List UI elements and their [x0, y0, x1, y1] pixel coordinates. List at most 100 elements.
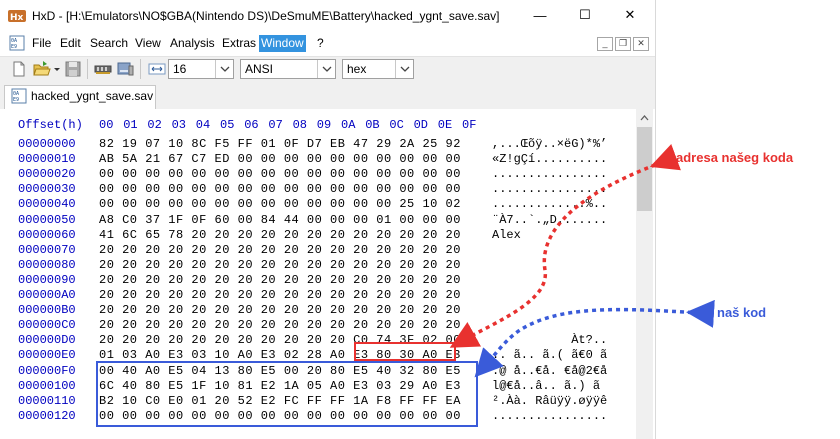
chevron-down-icon[interactable] — [395, 60, 413, 78]
code-annotation-label: naš kod — [717, 305, 767, 320]
row-hex-bytes[interactable]: 20 20 20 20 20 20 20 20 20 20 20 20 20 2… — [99, 273, 461, 287]
menu-extras[interactable]: Extras — [220, 35, 258, 52]
row-ascii-text[interactable] — [492, 288, 607, 302]
row-ascii-text[interactable]: .@ å..€å. €å@2€å — [492, 364, 607, 378]
row-offset[interactable]: 00000080 — [18, 258, 76, 272]
menu-edit[interactable]: Edit — [58, 35, 83, 52]
new-file-icon[interactable] — [10, 60, 28, 78]
menu-view[interactable]: View — [133, 35, 163, 52]
svg-text:E9: E9 — [13, 97, 19, 103]
row-hex-bytes[interactable]: 20 20 20 20 20 20 20 20 20 20 20 20 20 2… — [99, 318, 461, 332]
row-hex-bytes[interactable]: 00 00 00 00 00 00 00 00 00 00 00 00 00 0… — [99, 409, 461, 423]
open-folder-icon[interactable] — [33, 60, 51, 78]
row-hex-bytes[interactable]: 82 19 07 10 8C F5 FF 01 0F D7 EB 47 29 2… — [99, 137, 461, 151]
scrollbar-thumb[interactable] — [637, 127, 652, 211]
row-hex-bytes[interactable]: 20 20 20 20 20 20 20 20 20 20 20 20 20 2… — [99, 303, 461, 317]
row-ascii-text[interactable]: .. ã.. ã.( ã€0 ã — [492, 348, 607, 362]
row-ascii-text[interactable] — [492, 318, 607, 332]
row-ascii-text[interactable]: ................ — [492, 409, 607, 423]
row-hex-bytes[interactable]: 00 00 00 00 00 00 00 00 00 00 00 00 00 0… — [99, 167, 461, 181]
row-hex-bytes[interactable]: 41 6C 65 78 20 20 20 20 20 20 20 20 20 2… — [99, 228, 461, 242]
open-dropdown-icon[interactable] — [52, 60, 62, 78]
charset-select[interactable]: ANSI — [240, 59, 336, 79]
row-ascii-text[interactable] — [492, 303, 607, 317]
save-icon[interactable] — [64, 60, 82, 78]
row-offset[interactable]: 000000D0 — [18, 333, 76, 347]
bytes-per-row-select[interactable]: 16 — [168, 59, 234, 79]
column-header: 01 — [123, 118, 138, 132]
window-title: HxD - [H:\Emulators\NO$GBA(Nintendo DS)\… — [32, 9, 500, 23]
row-ascii-text[interactable]: Àt?.. — [492, 333, 607, 347]
maximize-button[interactable]: ☐ — [565, 0, 605, 30]
display-mode-value: hex — [347, 62, 367, 76]
bytes-per-row-value: 16 — [173, 62, 187, 76]
row-offset[interactable]: 00000050 — [18, 213, 76, 227]
row-hex-bytes[interactable]: 00 00 00 00 00 00 00 00 00 00 00 00 00 2… — [99, 197, 461, 211]
row-offset[interactable]: 000000B0 — [18, 303, 76, 317]
menu-file[interactable]: File — [30, 35, 53, 52]
row-hex-bytes[interactable]: 20 20 20 20 20 20 20 20 20 20 20 20 20 2… — [99, 243, 461, 257]
row-offset[interactable]: 00000040 — [18, 197, 76, 211]
row-offset[interactable]: 00000110 — [18, 394, 76, 408]
row-hex-bytes[interactable]: 00 00 00 00 00 00 00 00 00 00 00 00 00 0… — [99, 182, 461, 196]
row-ascii-text[interactable]: ................ — [492, 182, 607, 196]
row-hex-bytes[interactable]: 00 40 A0 E5 04 13 80 E5 00 20 80 E5 40 3… — [99, 364, 461, 378]
row-hex-bytes[interactable]: AB 5A 21 67 C7 ED 00 00 00 00 00 00 00 0… — [99, 152, 461, 166]
ram-chip-icon[interactable] — [94, 60, 112, 78]
disk-drive-icon[interactable] — [116, 60, 134, 78]
row-ascii-text[interactable]: ².Àà. Râüÿÿ.øÿÿê — [492, 394, 607, 408]
column-header: 07 — [268, 118, 283, 132]
column-header: 0A — [341, 118, 356, 132]
row-hex-bytes[interactable]: 01 03 A0 E3 03 10 A0 E3 02 28 A0 E3 80 3… — [99, 348, 461, 362]
row-ascii-text[interactable]: Alex — [492, 228, 607, 242]
display-mode-select[interactable]: hex — [342, 59, 414, 79]
row-hex-bytes[interactable]: A8 C0 37 1F 0F 60 00 84 44 00 00 00 01 0… — [99, 213, 461, 227]
row-ascii-text[interactable]: ¨À7..`.„D....... — [492, 213, 607, 227]
document-app-icon[interactable]: 0A E9 — [9, 35, 25, 51]
row-ascii-text[interactable]: .............%.. — [492, 197, 607, 211]
minimize-button[interactable]: — — [520, 0, 560, 30]
row-offset[interactable]: 00000000 — [18, 137, 76, 151]
menu-window[interactable]: Window — [259, 35, 306, 52]
mdi-restore-button[interactable]: ❐ — [615, 37, 631, 51]
svg-text:Hx: Hx — [10, 13, 24, 23]
row-offset[interactable]: 000000E0 — [18, 348, 76, 362]
row-hex-bytes[interactable]: 20 20 20 20 20 20 20 20 20 20 20 20 20 2… — [99, 288, 461, 302]
bytes-per-row-icon — [148, 63, 166, 75]
row-ascii-text[interactable] — [492, 243, 607, 257]
row-ascii-text[interactable] — [492, 273, 607, 287]
row-hex-bytes[interactable]: 20 20 20 20 20 20 20 20 20 20 20 C0 74 3… — [99, 333, 461, 347]
row-offset[interactable]: 00000020 — [18, 167, 76, 181]
row-ascii-text[interactable]: ,...Œõÿ..×ëG)*%’ — [492, 137, 607, 151]
chevron-down-icon[interactable] — [215, 60, 233, 78]
address-annotation-label: adresa našeg koda — [676, 150, 794, 165]
close-button[interactable]: ✕ — [610, 0, 650, 30]
mdi-close-button[interactable]: ✕ — [633, 37, 649, 51]
mdi-minimize-button[interactable]: _ — [597, 37, 613, 51]
menu-analysis[interactable]: Analysis — [168, 35, 217, 52]
row-hex-bytes[interactable]: B2 10 C0 E0 01 20 52 E2 FC FF FF 1A F8 F… — [99, 394, 461, 408]
row-offset[interactable]: 00000100 — [18, 379, 76, 393]
row-offset[interactable]: 000000A0 — [18, 288, 76, 302]
row-offset[interactable]: 00000090 — [18, 273, 76, 287]
row-offset[interactable]: 00000070 — [18, 243, 76, 257]
menu-help[interactable]: ? — [315, 35, 326, 52]
menu-search[interactable]: Search — [88, 35, 130, 52]
row-hex-bytes[interactable]: 6C 40 80 E5 1F 10 81 E2 1A 05 A0 E3 03 2… — [99, 379, 461, 393]
scroll-up-icon[interactable] — [636, 110, 653, 126]
document-hex-icon: 0A E9 — [11, 88, 27, 104]
row-offset[interactable]: 00000060 — [18, 228, 76, 242]
row-ascii-text[interactable]: l@€å..â.. ã.) ã — [492, 379, 600, 393]
row-offset[interactable]: 00000030 — [18, 182, 76, 196]
row-ascii-text[interactable]: ................ — [492, 167, 607, 181]
row-ascii-text[interactable]: «Z!gÇí.......... — [492, 152, 607, 166]
row-offset[interactable]: 00000010 — [18, 152, 76, 166]
row-offset[interactable]: 000000C0 — [18, 318, 76, 332]
row-offset[interactable]: 00000120 — [18, 409, 76, 423]
chevron-down-icon[interactable] — [317, 60, 335, 78]
row-ascii-text[interactable] — [492, 258, 607, 272]
row-offset[interactable]: 000000F0 — [18, 364, 76, 378]
column-header: 0C — [389, 118, 404, 132]
column-header: 08 — [292, 118, 307, 132]
row-hex-bytes[interactable]: 20 20 20 20 20 20 20 20 20 20 20 20 20 2… — [99, 258, 461, 272]
